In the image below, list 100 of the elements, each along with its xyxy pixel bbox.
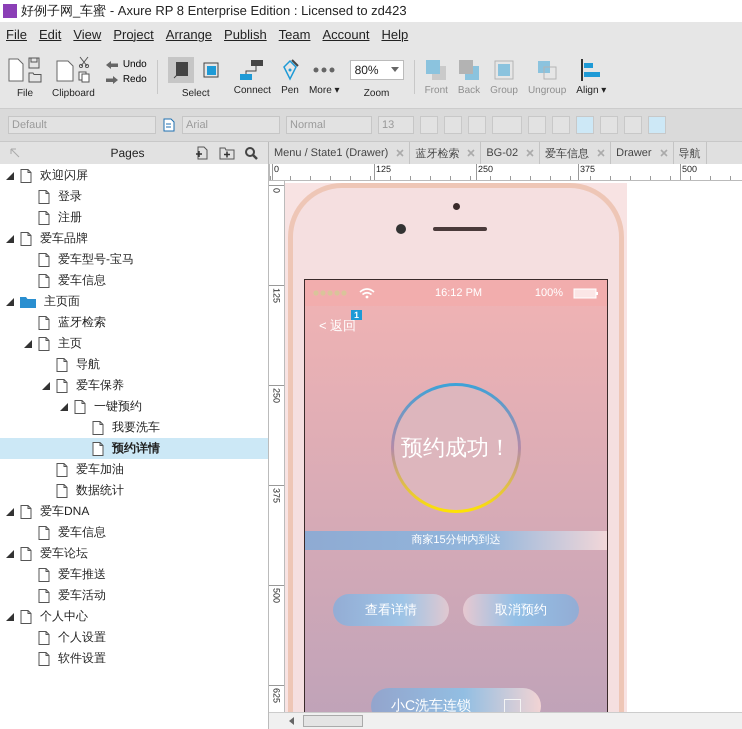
page-icon [38,210,50,224]
copy-icon[interactable] [78,71,90,83]
page-tree-item[interactable]: 主页面 [0,291,268,312]
tool-label: Back [458,84,480,96]
page-tree-item[interactable]: 爱车型号-宝马 [0,249,268,270]
scrollbar-thumb[interactable] [303,715,363,727]
menu-item[interactable]: File [6,26,27,42]
new-file-icon[interactable] [8,58,24,82]
expanded-triangle-icon[interactable] [6,612,14,620]
camera-dot-icon [452,203,460,210]
pages-panel-title: Pages [109,146,146,160]
document-tab[interactable]: 蓝牙检索 [410,142,482,164]
menu-item[interactable]: Edit [38,26,62,42]
pen-icon[interactable] [280,58,299,80]
expanded-triangle-icon[interactable] [6,172,14,180]
redo-arrow-icon [104,74,119,84]
page-tree-item[interactable]: 我要洗车 [0,417,268,438]
page-tree-item[interactable]: 欢迎闪屏 [0,165,268,186]
page-icon [38,336,50,350]
page-tree-item[interactable]: 注册 [0,207,268,228]
menu-item[interactable]: Team [278,26,310,42]
ruler-label: 0 [272,164,374,180]
tool-label: Group [490,84,518,96]
page-icon [20,168,32,182]
search-icon[interactable] [245,146,258,160]
framed-square-icon [202,60,220,78]
ruler-label: 0 [272,188,282,194]
page-tree-item[interactable]: 爱车信息 [0,522,268,543]
status-time: 16:12 PM [434,287,484,299]
zoom-dropdown[interactable]: 80% [350,60,404,80]
undo-arrow-icon [104,60,119,70]
menu-item[interactable]: Project [113,26,154,42]
page-tree-item[interactable]: 爱车加油 [0,459,268,480]
document-tab[interactable]: 导航 [674,142,707,164]
page-icon [56,378,68,392]
select-label: Select [182,88,210,98]
expanded-triangle-icon[interactable] [6,298,14,306]
page-icon [20,610,32,624]
ruler-label: 125 [272,288,282,304]
page-tree-item[interactable]: 一键预约 [0,396,268,417]
arrival-banner: 商家15分钟内到达 [305,531,607,550]
document-tab[interactable]: 爱车信息 [540,142,612,164]
expanded-triangle-icon[interactable] [60,402,68,410]
page-icon [56,462,68,476]
connector-icon[interactable] [239,58,266,80]
add-folder-icon[interactable] [219,146,235,160]
expanded-triangle-icon[interactable] [42,382,50,390]
menu-item[interactable]: View [73,26,102,42]
window-title: 好例子网_车蜜 - Axure RP 8 Enterprise Edition : Licensed to zd423 [21,2,407,20]
page-icon [38,652,50,666]
intersect-select-button[interactable] [168,56,194,82]
page-tree-item[interactable]: 个人中心 [0,606,268,627]
page-tree-item[interactable]: 爱车活动 [0,585,268,606]
page-tree-item[interactable]: 爱车保养 [0,375,268,396]
expanded-triangle-icon[interactable] [24,340,32,348]
success-message: 预约成功！ [394,386,518,510]
style-edit-icon[interactable] [162,118,176,132]
paste-icon[interactable] [56,58,74,82]
document-tab[interactable]: Drawer [611,142,674,164]
expanded-triangle-icon[interactable] [6,550,14,558]
undo-button[interactable]: Undo [104,59,147,70]
page-tree-item[interactable]: 登录 [0,186,268,207]
page-tree-item[interactable]: 蓝牙检索 [0,312,268,333]
page-tree-item[interactable]: 爱车信息 [0,270,268,291]
ruler-label: 250 [272,388,282,404]
redo-button[interactable]: Redo [104,74,147,85]
page-tree-item[interactable]: 主页 [0,333,268,354]
page-tree-item[interactable]: 个人设置 [0,627,268,648]
page-tree-item[interactable]: 导航 [0,354,268,375]
add-page-icon[interactable] [195,146,209,160]
page-tree-item[interactable]: 数据统计 [0,480,268,501]
page-tree-item[interactable]: 软件设置 [0,648,268,669]
page-tree-item[interactable]: 爱车品牌 [0,228,268,249]
clipboard-label: Clipboard [52,88,95,98]
ruler-label: 500 [272,588,282,604]
page-icon [92,442,104,456]
ruler-label: 625 [272,688,282,704]
save-icon[interactable] [28,56,40,68]
menu-item[interactable]: Help [381,26,408,42]
folder-icon[interactable] [28,72,42,82]
page-icon [38,316,50,330]
align-left-icon[interactable] [580,58,602,80]
page-tree-item[interactable]: 爱车推送 [0,564,268,585]
expanded-triangle-icon[interactable] [6,234,14,242]
menu-item[interactable]: Publish [224,26,267,42]
menu-item[interactable]: Account [322,26,370,42]
document-tab[interactable]: BG-02 [481,142,540,164]
ruler-label: 250 [476,164,578,180]
document-tab[interactable]: Menu / State1 (Drawer) [269,142,410,164]
page-icon [92,420,104,434]
zoom-label: Zoom [364,88,390,98]
page-tree-item[interactable]: 爱车论坛 [0,543,268,564]
menu-item[interactable]: Arrange [166,26,212,42]
ruler-label: 125 [374,164,476,180]
expanded-triangle-icon[interactable] [6,508,14,516]
scissors-icon[interactable] [78,56,90,68]
page-tree-item[interactable]: 爱车DNA [0,501,268,522]
page-tree-item[interactable]: 预约详情 [0,438,268,459]
scroll-left-icon[interactable] [289,717,295,725]
page-icon [20,232,32,246]
